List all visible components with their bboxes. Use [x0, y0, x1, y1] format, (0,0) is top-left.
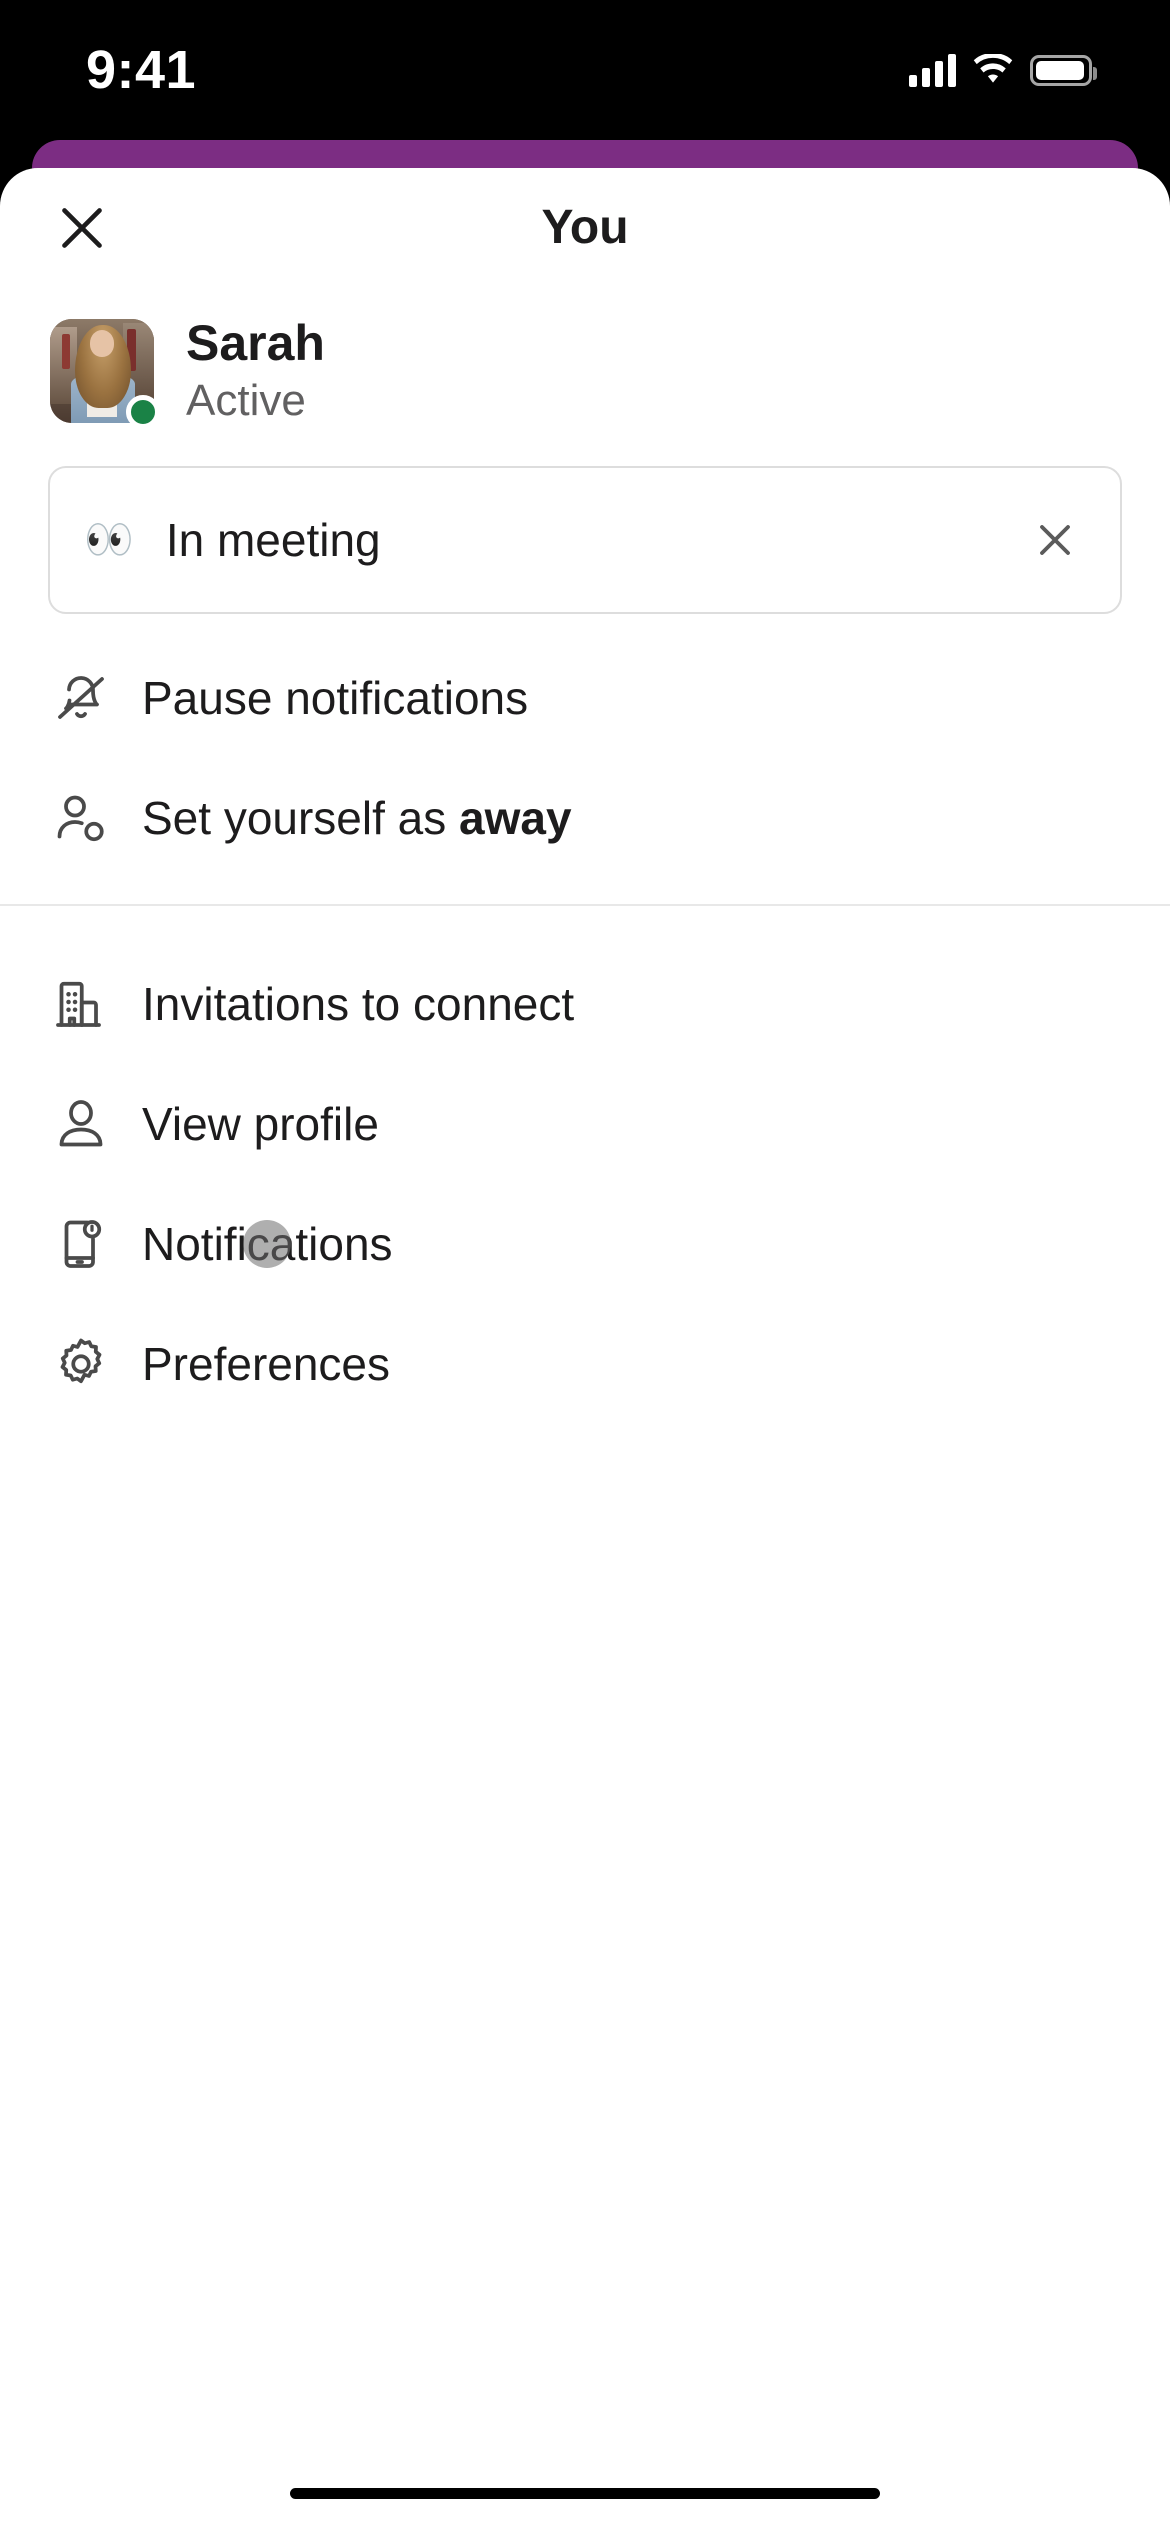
- avatar[interactable]: [50, 319, 160, 429]
- person-away-icon: [48, 785, 114, 851]
- phone-screen: 9:41 You Sarah Active 👀 In meeting Pause…: [0, 0, 1170, 2532]
- status-value: In meeting: [165, 514, 381, 566]
- status-bar-indicators: [909, 48, 1097, 92]
- menu-item-label: Set yourself as away: [142, 792, 572, 844]
- section-divider: [0, 904, 1170, 906]
- status-field[interactable]: 👀 In meeting: [48, 466, 1122, 614]
- menu-item-pause-notifications[interactable]: Pause notifications: [0, 638, 1170, 758]
- person-icon: [48, 1091, 114, 1157]
- profile-presence-label: Active: [186, 376, 306, 425]
- bell-slash-icon: [48, 665, 114, 731]
- wifi-icon: [973, 54, 1013, 83]
- profile-row[interactable]: Sarah Active: [0, 300, 1170, 429]
- touch-point: [243, 1220, 291, 1268]
- home-indicator[interactable]: [290, 2488, 880, 2499]
- menu-item-set-yourself-as-away[interactable]: Set yourself as away: [0, 758, 1170, 878]
- battery-icon: [1030, 54, 1097, 86]
- page-title: You: [541, 201, 629, 254]
- close-icon: [1040, 525, 1070, 555]
- menu-group-one: Pause notifications Set yourself as away: [0, 614, 1170, 878]
- menu-item-preferences[interactable]: Preferences: [0, 1304, 1170, 1424]
- phone-notification-icon: [48, 1211, 114, 1277]
- sheet-header: You: [0, 168, 1170, 300]
- menu-item-invitations-to-connect[interactable]: Invitations to connect: [0, 944, 1170, 1064]
- status-bar: 9:41: [0, 0, 1170, 140]
- menu-item-label: Invitations to connect: [142, 978, 575, 1030]
- menu-item-label: View profile: [142, 1098, 379, 1150]
- menu-item-label: Preferences: [142, 1338, 391, 1390]
- eyes-emoji: 👀: [84, 518, 134, 562]
- you-sheet: You Sarah Active 👀 In meeting Pause noti…: [0, 168, 1170, 2532]
- menu-item-notifications[interactable]: Notifications: [0, 1184, 1170, 1304]
- menu-item-view-profile[interactable]: View profile: [0, 1064, 1170, 1184]
- menu-item-label: Pause notifications: [142, 672, 529, 724]
- menu-group-two: Invitations to connect View profile Pref…: [0, 920, 1170, 1424]
- clear-status-button[interactable]: [1020, 505, 1090, 575]
- building-icon: [48, 971, 114, 1037]
- presence-active-dot: [126, 395, 160, 429]
- signal-bars-icon: [909, 53, 956, 87]
- status-bar-time: 9:41: [86, 40, 197, 100]
- profile-name: Sarah: [186, 315, 325, 371]
- profile-text: Sarah Active: [186, 314, 325, 428]
- gear-icon: [48, 1331, 114, 1397]
